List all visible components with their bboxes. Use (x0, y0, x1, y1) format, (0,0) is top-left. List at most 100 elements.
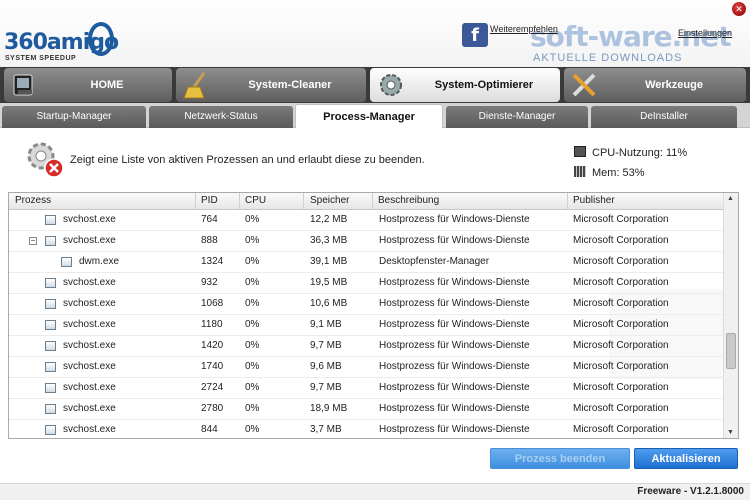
table-row[interactable]: svchost.exe 2724 0% 9,7 MB Hostprozess für W… (9, 378, 724, 399)
refresh-button[interactable]: Aktualisieren (634, 448, 738, 469)
process-cpu: 0% (245, 403, 260, 414)
tab-system-optimierer-label: System-Optimierer (434, 79, 534, 91)
scrollbar-thumb[interactable] (726, 333, 736, 369)
process-description: Desktopfenster-Manager (379, 256, 490, 267)
process-table: Prozess PID CPU Speicher Beschreibung Pu… (8, 192, 739, 439)
info-description: Zeigt eine Liste von aktiven Prozessen a… (70, 154, 425, 166)
process-cpu: 0% (245, 235, 260, 246)
process-pid: 888 (201, 235, 218, 246)
cpu-icon (574, 146, 586, 157)
process-cpu: 0% (245, 361, 260, 372)
process-icon (45, 320, 56, 330)
process-icon (45, 215, 56, 225)
table-row[interactable]: svchost.exe 1180 0% 9,1 MB Hostprozess für W… (9, 315, 724, 336)
process-name: svchost.exe (63, 277, 116, 288)
process-description: Hostprozess für Windows-Dienste (379, 319, 530, 330)
process-publisher: Microsoft Corporation (573, 235, 669, 246)
scroll-up-icon[interactable]: ▲ (727, 195, 734, 202)
tab-system-cleaner-label: System-Cleaner (248, 79, 332, 91)
close-button[interactable]: ✕ (732, 2, 746, 16)
column-separator[interactable] (303, 193, 304, 209)
process-name: svchost.exe (63, 298, 116, 309)
process-publisher: Microsoft Corporation (573, 256, 669, 267)
process-icon (45, 236, 56, 246)
process-publisher: Microsoft Corporation (573, 319, 669, 330)
process-name: svchost.exe (63, 214, 116, 225)
column-separator[interactable] (195, 193, 196, 209)
process-icon (45, 341, 56, 351)
collapse-icon[interactable]: − (29, 237, 37, 245)
vertical-scrollbar[interactable]: ▲ ▼ (723, 193, 738, 438)
cpu-usage: CPU-Nutzung: 11% (574, 146, 687, 159)
col-pid[interactable]: PID (201, 195, 218, 206)
process-cpu: 0% (245, 214, 260, 225)
subtab-process-manager[interactable]: Process-Manager (295, 104, 443, 130)
broom-icon (183, 72, 206, 99)
tools-icon (572, 73, 596, 97)
subtab-dienste-manager[interactable]: Dienste-Manager (446, 106, 588, 128)
process-description: Hostprozess für Windows-Dienste (379, 277, 530, 288)
end-process-button[interactable]: Prozess beenden (490, 448, 630, 469)
tab-system-optimierer[interactable]: System-Optimierer (370, 68, 560, 102)
process-publisher: Microsoft Corporation (573, 382, 669, 393)
table-row[interactable]: svchost.exe 2780 0% 18,9 MB Hostprozess für … (9, 399, 724, 420)
subtab-netzwerk-status[interactable]: Netzwerk-Status (149, 106, 293, 128)
col-beschreibung[interactable]: Beschreibung (378, 195, 439, 206)
tab-werkzeuge[interactable]: Werkzeuge (564, 68, 746, 102)
process-pid: 764 (201, 214, 218, 225)
col-prozess[interactable]: Prozess (15, 195, 51, 206)
facebook-icon[interactable]: f (462, 23, 488, 47)
recommend-link[interactable]: Weiterempfehlen (490, 24, 558, 35)
process-icon (45, 404, 56, 414)
process-manager-panel: Zeigt eine Liste von aktiven Prozessen a… (0, 128, 750, 483)
process-description: Hostprozess für Windows-Dienste (379, 298, 530, 309)
process-name: svchost.exe (63, 340, 116, 351)
process-icon (45, 278, 56, 288)
process-memory: 9,6 MB (310, 361, 342, 372)
tab-home[interactable]: HOME (4, 68, 172, 102)
table-row[interactable]: svchost.exe 844 0% 3,7 MB Hostprozess für Wi… (9, 420, 724, 438)
sub-navigation: Startup-Manager Netzwerk-Status Process-… (0, 103, 750, 130)
table-row[interactable]: svchost.exe 932 0% 19,5 MB Hostprozess für W… (9, 273, 724, 294)
table-row[interactable]: svchost.exe 1740 0% 9,6 MB Hostprozess für W… (9, 357, 724, 378)
column-separator[interactable] (567, 193, 568, 209)
table-row[interactable]: svchost.exe 1068 0% 10,6 MB Hostprozess für … (9, 294, 724, 315)
process-name: svchost.exe (63, 235, 116, 246)
column-separator[interactable] (239, 193, 240, 209)
process-memory: 9,7 MB (310, 382, 342, 393)
process-pid: 932 (201, 277, 218, 288)
process-description: Hostprozess für Windows-Dienste (379, 214, 530, 225)
process-memory: 9,7 MB (310, 340, 342, 351)
process-publisher: Microsoft Corporation (573, 214, 669, 225)
settings-link[interactable]: Einstellungen (678, 28, 732, 38)
subtab-startup-manager[interactable]: Startup-Manager (2, 106, 146, 128)
app-logo: 360amigo SYSTEM SPEEDUP (4, 22, 119, 64)
subtab-deinstaller[interactable]: DeInstaller (591, 106, 737, 128)
process-pid: 1740 (201, 361, 224, 372)
process-description: Hostprozess für Windows-Dienste (379, 382, 530, 393)
table-row[interactable]: svchost.exe 764 0% 12,2 MB Hostprozess für W… (9, 210, 724, 231)
process-memory: 12,2 MB (310, 214, 348, 225)
table-row[interactable]: dwm.exe 1324 0% 39,1 MB Desktopfenster-Manag… (9, 252, 724, 273)
process-publisher: Microsoft Corporation (573, 403, 669, 414)
memory-icon (574, 166, 586, 177)
process-memory: 18,9 MB (310, 403, 348, 414)
process-name: svchost.exe (63, 361, 116, 372)
process-name: svchost.exe (63, 424, 116, 435)
process-icon (45, 383, 56, 393)
process-pid: 1068 (201, 298, 224, 309)
tab-home-label: HOME (90, 79, 124, 91)
process-memory: 36,3 MB (310, 235, 348, 246)
col-speicher[interactable]: Speicher (310, 195, 349, 206)
column-separator[interactable] (372, 193, 373, 209)
col-publisher[interactable]: Publisher (573, 195, 615, 206)
process-pid: 1420 (201, 340, 224, 351)
scroll-down-icon[interactable]: ▼ (727, 429, 734, 436)
tab-system-cleaner[interactable]: System-Cleaner (176, 68, 366, 102)
table-row[interactable]: svchost.exe 1420 0% 9,7 MB Hostprozess für W… (9, 336, 724, 357)
process-publisher: Microsoft Corporation (573, 298, 669, 309)
table-row[interactable]: − svchost.exe 888 0% 36,3 MB Hostprozess für … (9, 231, 724, 252)
process-publisher: Microsoft Corporation (573, 340, 669, 351)
process-publisher: Microsoft Corporation (573, 424, 669, 435)
col-cpu[interactable]: CPU (245, 195, 266, 206)
